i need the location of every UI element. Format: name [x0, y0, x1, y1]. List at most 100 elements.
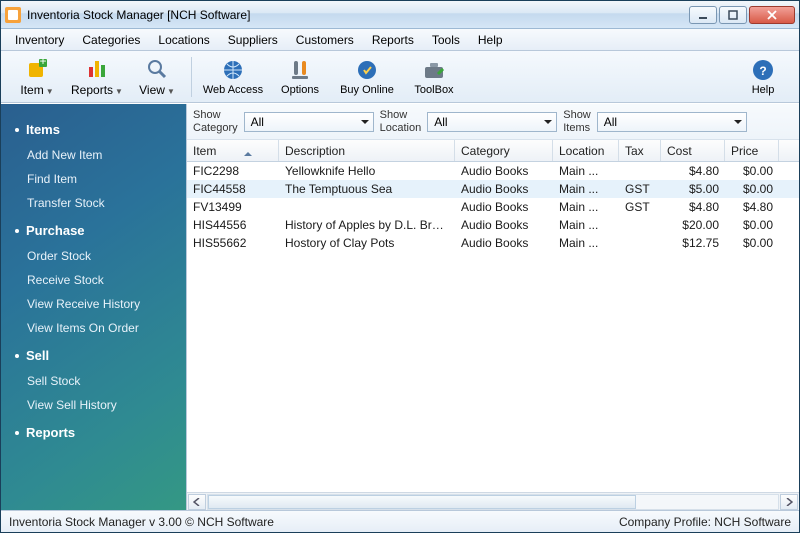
- chevron-down-icon: ▼: [46, 87, 54, 96]
- window-buttons: [689, 6, 795, 24]
- filter-bar: Show Category All Show Location All Show…: [187, 104, 799, 140]
- scroll-left-button[interactable]: [188, 494, 206, 510]
- col-description[interactable]: Description: [279, 140, 455, 161]
- grid-body[interactable]: FIC2298Yellowknife HelloAudio BooksMain …: [187, 162, 799, 492]
- chevron-down-icon: ▼: [167, 87, 175, 96]
- sidebar-section-sell: Sell Sell Stock View Sell History: [1, 340, 186, 417]
- cell-cat: Audio Books: [455, 200, 553, 214]
- col-tax[interactable]: Tax: [619, 140, 661, 161]
- cell-price: $0.00: [725, 164, 779, 178]
- sidebar-item-view-sell-history[interactable]: View Sell History: [1, 393, 186, 417]
- sidebar-item-sell-stock[interactable]: Sell Stock: [1, 369, 186, 393]
- app-window: Inventoria Stock Manager [NCH Software] …: [0, 0, 800, 533]
- filter-location-label: Show Location: [380, 109, 422, 133]
- scroll-track[interactable]: [207, 494, 779, 510]
- cell-item: HIS55662: [187, 236, 279, 250]
- sidebar-item-add-new-item[interactable]: Add New Item: [1, 143, 186, 167]
- sidebar-header-purchase[interactable]: Purchase: [1, 215, 186, 244]
- menu-inventory[interactable]: Inventory: [7, 31, 72, 49]
- sidebar-item-find-item[interactable]: Find Item: [1, 167, 186, 191]
- toolbar-reports-button[interactable]: Reports▼: [67, 53, 127, 101]
- col-category[interactable]: Category: [455, 140, 553, 161]
- sidebar-item-view-items-on-order[interactable]: View Items On Order: [1, 316, 186, 340]
- toolbar-item-button[interactable]: + Item▼: [7, 53, 67, 101]
- menu-customers[interactable]: Customers: [288, 31, 362, 49]
- help-icon: ?: [751, 58, 775, 82]
- col-location[interactable]: Location: [553, 140, 619, 161]
- cart-icon: [355, 58, 379, 82]
- menu-locations[interactable]: Locations: [150, 31, 217, 49]
- svg-text:+: +: [39, 57, 46, 68]
- table-row[interactable]: FV13499Audio BooksMain ...GST$4.80$4.80: [187, 198, 799, 216]
- horizontal-scrollbar[interactable]: [187, 492, 799, 510]
- sidebar-header-sell[interactable]: Sell: [1, 340, 186, 369]
- table-row[interactable]: FIC2298Yellowknife HelloAudio BooksMain …: [187, 162, 799, 180]
- toolbar-view-button[interactable]: View▼: [127, 53, 187, 101]
- cell-cat: Audio Books: [455, 182, 553, 196]
- cell-tax: GST: [619, 200, 661, 214]
- cell-price: $4.80: [725, 200, 779, 214]
- toolbar-toolbox-label: ToolBox: [414, 84, 453, 96]
- filter-items-label: Show Items: [563, 109, 591, 133]
- scroll-thumb[interactable]: [208, 495, 636, 509]
- menubar: Inventory Categories Locations Suppliers…: [1, 29, 799, 51]
- sidebar-section-purchase: Purchase Order Stock Receive Stock View …: [1, 215, 186, 340]
- table-row[interactable]: HIS55662Hostory of Clay PotsAudio BooksM…: [187, 234, 799, 252]
- sidebar-item-receive-stock[interactable]: Receive Stock: [1, 268, 186, 292]
- filter-items-value: All: [604, 115, 617, 129]
- toolbar-help-button[interactable]: ? Help: [733, 53, 793, 101]
- menu-tools[interactable]: Tools: [424, 31, 468, 49]
- app-icon: [5, 7, 21, 23]
- table-row[interactable]: FIC44558The Temptuous SeaAudio BooksMain…: [187, 180, 799, 198]
- window-title: Inventoria Stock Manager [NCH Software]: [27, 8, 689, 22]
- col-cost[interactable]: Cost: [661, 140, 725, 161]
- menu-categories[interactable]: Categories: [74, 31, 148, 49]
- svg-text:?: ?: [759, 64, 766, 78]
- toolbox-icon: [422, 58, 446, 82]
- view-icon: [145, 57, 169, 81]
- cell-cost: $4.80: [661, 164, 725, 178]
- sidebar-item-view-receive-history[interactable]: View Receive History: [1, 292, 186, 316]
- menu-suppliers[interactable]: Suppliers: [220, 31, 286, 49]
- minimize-button[interactable]: [689, 6, 717, 24]
- menu-reports[interactable]: Reports: [364, 31, 422, 49]
- status-right: Company Profile: NCH Software: [619, 515, 791, 529]
- cell-loc: Main ...: [553, 164, 619, 178]
- cell-cost: $20.00: [661, 218, 725, 232]
- cell-cat: Audio Books: [455, 236, 553, 250]
- cell-desc: Yellowknife Hello: [279, 164, 455, 178]
- toolbar-reports-label: Reports: [71, 83, 113, 97]
- table-row[interactable]: HIS44556History of Apples by D.L. Brewer…: [187, 216, 799, 234]
- cell-cost: $4.80: [661, 200, 725, 214]
- cell-item: FIC2298: [187, 164, 279, 178]
- sidebar-header-reports[interactable]: Reports: [1, 417, 186, 446]
- sidebar-item-transfer-stock[interactable]: Transfer Stock: [1, 191, 186, 215]
- close-button[interactable]: [749, 6, 795, 24]
- titlebar[interactable]: Inventoria Stock Manager [NCH Software]: [1, 1, 799, 29]
- cell-cost: $5.00: [661, 182, 725, 196]
- globe-icon: [221, 58, 245, 82]
- col-item[interactable]: Item: [187, 140, 279, 161]
- sidebar-header-items[interactable]: Items: [1, 114, 186, 143]
- toolbar-webaccess-label: Web Access: [203, 84, 263, 96]
- filter-category-value: All: [251, 115, 264, 129]
- filter-location-select[interactable]: All: [427, 112, 557, 132]
- maximize-button[interactable]: [719, 6, 747, 24]
- status-left: Inventoria Stock Manager v 3.00 © NCH So…: [9, 515, 274, 529]
- cell-item: FV13499: [187, 200, 279, 214]
- toolbar-buyonline-button[interactable]: Buy Online: [330, 53, 404, 101]
- filter-category-select[interactable]: All: [244, 112, 374, 132]
- item-icon: +: [25, 57, 49, 81]
- cell-price: $0.00: [725, 182, 779, 196]
- cell-price: $0.00: [725, 218, 779, 232]
- toolbar-view-label: View: [139, 83, 165, 97]
- cell-loc: Main ...: [553, 236, 619, 250]
- toolbar-options-button[interactable]: Options: [270, 53, 330, 101]
- menu-help[interactable]: Help: [470, 31, 511, 49]
- col-price[interactable]: Price: [725, 140, 779, 161]
- filter-items-select[interactable]: All: [597, 112, 747, 132]
- toolbar-toolbox-button[interactable]: ToolBox: [404, 53, 464, 101]
- toolbar-webaccess-button[interactable]: Web Access: [196, 53, 270, 101]
- sidebar-item-order-stock[interactable]: Order Stock: [1, 244, 186, 268]
- scroll-right-button[interactable]: [780, 494, 798, 510]
